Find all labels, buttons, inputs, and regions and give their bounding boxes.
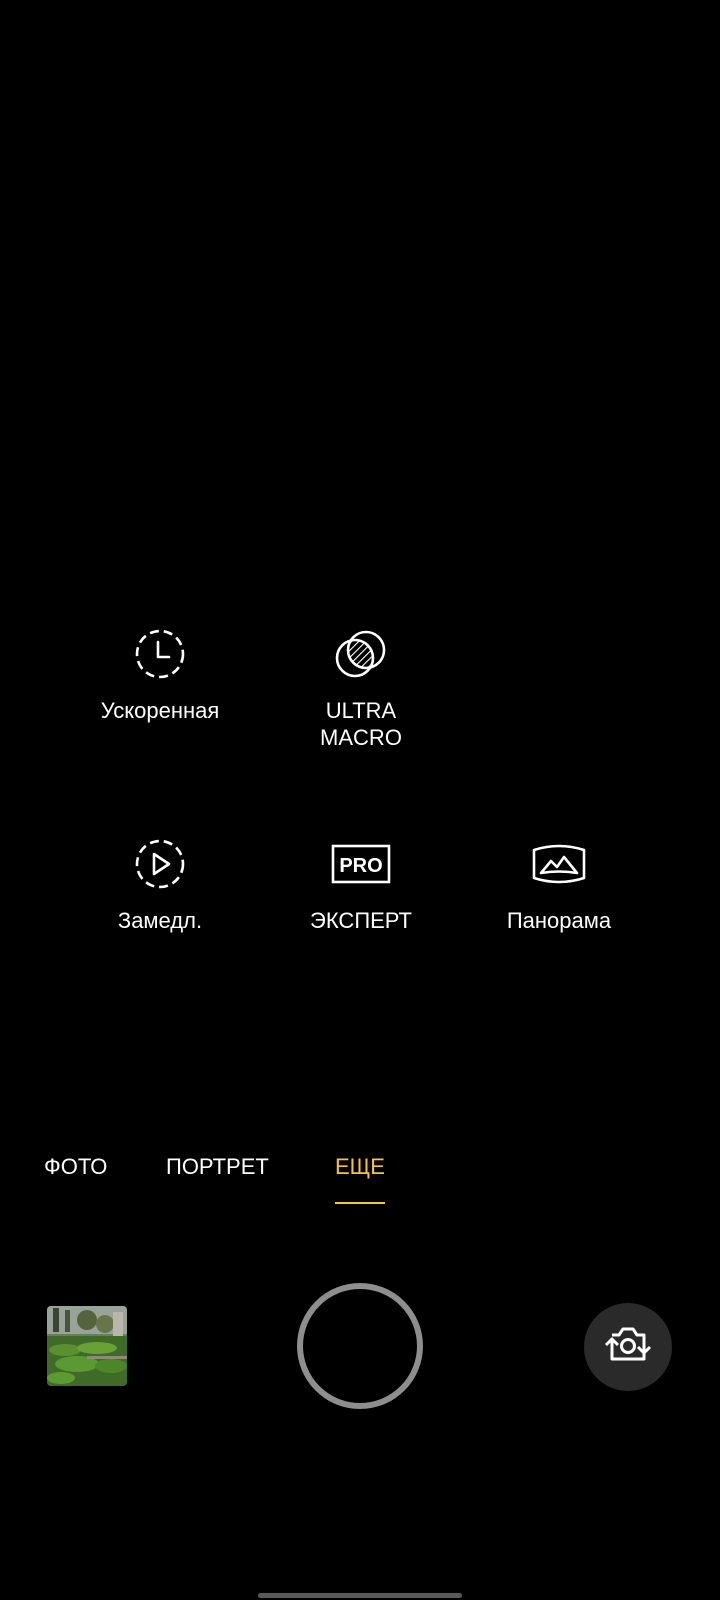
timelapse-icon: [130, 624, 190, 684]
svg-text:PRO: PRO: [339, 855, 382, 877]
active-tab-indicator: [335, 1202, 385, 1204]
mode-ultra-macro[interactable]: ULTRA MACRO: [261, 624, 461, 751]
mode-timelapse-label: Ускоренная: [100, 698, 220, 723]
gallery-thumbnail[interactable]: [47, 1306, 127, 1386]
panorama-icon: [529, 834, 589, 894]
mode-panorama[interactable]: Панорама: [459, 834, 659, 934]
mode-panorama-label: Панорама: [506, 908, 612, 933]
mode-slow-motion[interactable]: Замедл.: [60, 834, 260, 934]
gallery-thumbnail-image: [47, 1306, 127, 1386]
switch-camera-icon: [602, 1323, 654, 1372]
mode-expert-label: ЭКСПЕРТ: [310, 908, 412, 933]
tab-photo[interactable]: ФОТО: [44, 1152, 107, 1182]
mode-timelapse[interactable]: Ускоренная: [60, 624, 260, 724]
mode-expert[interactable]: PRO ЭКСПЕРТ: [261, 834, 461, 934]
mode-tabs: ФОТО ПОРТРЕТ ЕЩЕ: [0, 1152, 720, 1212]
switch-camera-button[interactable]: [584, 1303, 672, 1391]
tab-portrait[interactable]: ПОРТРЕТ: [166, 1152, 269, 1182]
home-indicator[interactable]: [258, 1593, 462, 1598]
ultra-macro-icon: [331, 624, 391, 684]
tab-more[interactable]: ЕЩЕ: [335, 1152, 385, 1182]
mode-slow-motion-label: Замедл.: [117, 908, 203, 933]
mode-ultra-macro-label: ULTRA MACRO: [320, 698, 402, 750]
slow-motion-icon: [130, 834, 190, 894]
pro-icon: PRO: [331, 834, 391, 894]
shutter-button[interactable]: [297, 1283, 423, 1409]
